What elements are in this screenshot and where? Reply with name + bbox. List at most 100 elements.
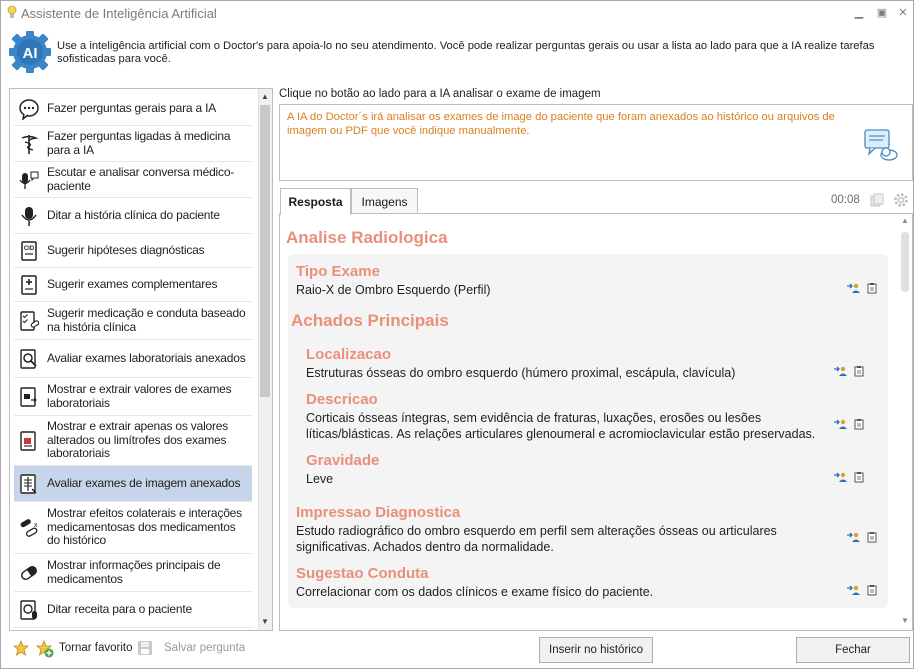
gravidade-heading: Gravidade [306,452,380,469]
pill-icon [14,554,44,591]
tipo-exame-text: Raio-X de Ombro Esquerdo (Perfil) [296,283,491,297]
close-button[interactable]: Fechar [796,637,910,663]
sidebar-item-label: Avaliar exames de imagem anexados [47,475,241,490]
descricao-actions [833,418,866,430]
sidebar-item-label: Mostrar efeitos colaterais e interações … [47,506,242,548]
insert-to-patient-icon[interactable] [833,418,847,430]
sidebar-scroll-thumb[interactable] [260,105,270,397]
ai-gear-icon: AI [9,31,51,73]
sidebar-item-medication-info[interactable]: Mostrar informações principais de medica… [14,554,252,592]
insert-to-patient-icon[interactable] [846,584,860,596]
intro-text: Use a inteligência artificial com o Doct… [57,40,875,65]
sidebar-item-label: Mostrar e extrair valores de exames labo… [47,382,232,410]
title-bar: Assistente de Inteligência Artificial ▁ … [1,1,913,25]
sidebar-item-label: Escutar e analisar conversa médico-pacie… [47,165,235,193]
insert-to-patient-icon[interactable] [846,282,860,294]
sidebar-item-label: Avaliar exames laboratoriais anexados [47,350,246,365]
impressao-heading: Impressao Diagnostica [296,504,461,521]
star-add-icon[interactable] [36,640,54,658]
sidebar-item-dictate-prescription[interactable]: Ditar receita para o paciente [14,592,252,628]
save-disk-icon[interactable] [137,640,153,656]
sidebar-item-extract-values[interactable]: Mostrar e extrair valores de exames labo… [14,378,252,416]
gravidade-actions [833,471,866,483]
clipboard-icon[interactable] [865,282,879,294]
close-window-button[interactable]: ✕ [893,4,913,22]
result-scrollbar[interactable]: ▲ ▼ [898,214,912,630]
impressao-line-2: significativas. Achados dentro da normal… [296,540,554,554]
sidebar-item-medication[interactable]: Sugerir medicação e conduta baseado na h… [14,302,252,340]
settings-gear-icon[interactable] [892,191,910,209]
svg-text:CID: CID [24,246,35,252]
lightbulb-icon [7,5,17,18]
tipo-exame-heading: Tipo Exame [296,263,380,280]
sidebar-item-image-exams[interactable]: Avaliar exames de imagem anexados [14,466,252,502]
favorite-button[interactable]: Tornar favorito [59,642,133,654]
insert-to-patient-icon[interactable] [833,471,847,483]
sidebar-item-listen-conversation[interactable]: Escutar e analisar conversa médico-pacie… [14,162,252,198]
localizacao-text: Estruturas ósseas do ombro esquerdo (húm… [306,366,736,380]
microphone-icon [14,198,44,233]
descricao-line-2: líticas/blásticas. As relações articular… [306,427,816,441]
copy-icon[interactable] [870,193,884,207]
scroll-down-arrow-icon[interactable]: ▼ [258,615,272,629]
window-title: Assistente de Inteligência Artificial [21,6,217,21]
sugestao-heading: Sugestao Conduta [296,565,429,582]
task-list[interactable]: Fazer perguntas gerais para a IA Fazer p… [9,88,273,631]
insert-to-patient-icon[interactable] [833,365,847,377]
sidebar-item-dictate-history[interactable]: Ditar a história clínica do paciente [14,198,252,234]
prompt-box[interactable]: A IA do Doctor´s irá analisar os exames … [279,104,913,181]
sugestao-text: Correlacionar com os dados clínicos e ex… [296,585,654,599]
save-question-button[interactable]: Salvar pergunta [164,642,245,654]
sugestao-actions [846,584,879,596]
localizacao-heading: Localizacao [306,346,392,363]
insert-to-patient-icon[interactable] [846,531,860,543]
sidebar-item-lab-exams[interactable]: Avaliar exames laboratoriais anexados [14,340,252,378]
result-scroll-thumb[interactable] [901,232,909,292]
analyze-cloud-chat-icon[interactable] [862,127,898,163]
sidebar-item-label: Ditar receita para o paciente [47,601,192,616]
checklist-pill-icon [14,302,44,339]
tipo-exame-actions [846,282,879,294]
extract-document-icon [14,378,44,415]
mic-chat-icon [14,162,44,197]
prompt-info-text: A IA do Doctor´s irá analisar os exames … [287,111,835,137]
sidebar-item-medical-questions[interactable]: Fazer perguntas ligadas à medicina para … [14,126,252,162]
cid-document-icon: CID [14,234,44,267]
gravidade-text: Leve [306,472,334,486]
tab-imagens[interactable]: Imagens [351,188,418,214]
impressao-line-1: Estudo radiográfico do ombro esquerdo em… [296,524,777,538]
sidebar-item-altered-values[interactable]: Mostrar e extrair apenas os valores alte… [14,416,252,466]
minimize-button[interactable]: ▁ [849,4,869,22]
sidebar-item-label: Sugerir exames complementares [47,276,218,291]
sidebar-item-label: Sugerir hipóteses diagnósticas [47,242,205,257]
clipboard-icon[interactable] [865,584,879,596]
result-title: Analise Radiologica [286,228,448,247]
scroll-down-arrow-icon[interactable]: ▼ [898,614,912,628]
sidebar-item-complementary-exams[interactable]: Sugerir exames complementares [14,268,252,302]
descricao-line-1: Corticais ósseas íntegras, sem evidência… [306,411,762,425]
svg-text:x: x [34,522,38,529]
descricao-heading: Descricao [306,391,378,408]
sidebar-item-label: Fazer perguntas ligadas à medicina para … [47,129,231,157]
result-panel: Analise Radiologica Tipo Exame Raio-X de… [279,213,913,631]
sidebar-item-diagnostic-hypotheses[interactable]: CID Sugerir hipóteses diagnósticas [14,234,252,268]
insert-history-button[interactable]: Inserir no histórico [539,637,653,663]
magnify-document-icon [14,340,44,377]
clipboard-icon[interactable] [865,531,879,543]
sidebar-item-side-effects[interactable]: x Mostrar efeitos colaterais e interaçõe… [14,502,252,554]
sidebar-item-general-questions[interactable]: Fazer perguntas gerais para a IA [14,92,252,126]
star-icon[interactable] [13,640,29,656]
achados-heading: Achados Principais [291,311,449,330]
maximize-button[interactable]: ▣ [872,4,892,22]
scroll-up-arrow-icon[interactable]: ▲ [898,214,912,228]
xray-document-icon [14,466,44,501]
tab-resposta[interactable]: Resposta [280,188,351,215]
sidebar-item-label: Fazer perguntas gerais para a IA [47,100,217,115]
elapsed-timer: 00:08 [831,194,860,206]
clipboard-icon[interactable] [852,365,866,377]
clipboard-icon[interactable] [852,418,866,430]
localizacao-actions [833,365,866,377]
prompt-hint: Clique no botão ao lado para a IA analis… [279,88,601,100]
clipboard-icon[interactable] [852,471,866,483]
scroll-up-arrow-icon[interactable]: ▲ [258,90,272,104]
